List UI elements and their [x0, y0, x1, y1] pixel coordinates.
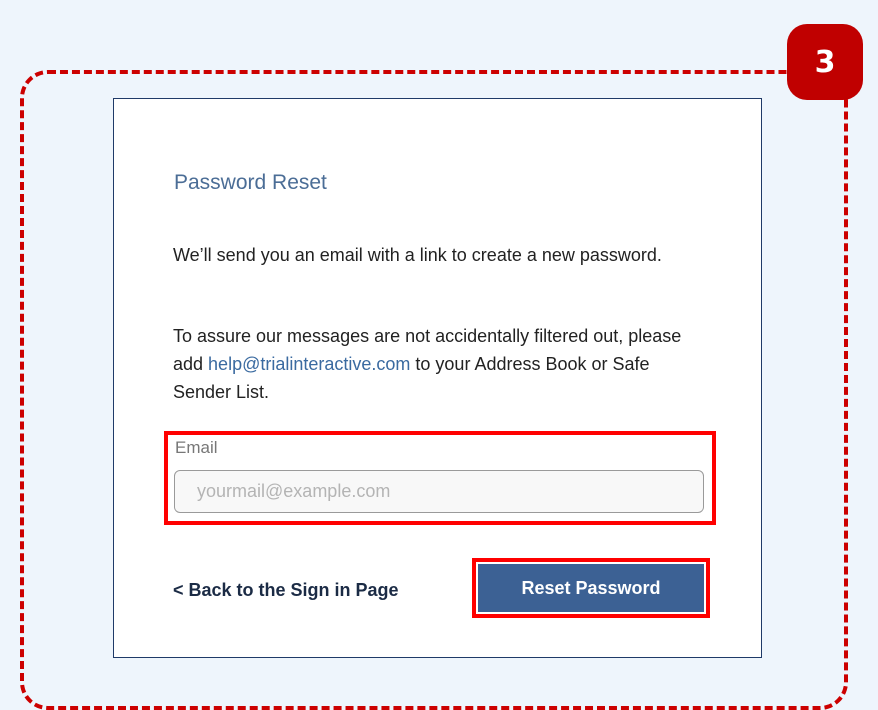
page-title: Password Reset [174, 171, 327, 194]
email-highlight-box [164, 431, 716, 525]
password-reset-card: Password Reset We’ll send you an email w… [113, 98, 762, 658]
instruction-text: We’ll send you an email with a link to c… [173, 245, 662, 265]
safe-sender-text: To assure our messages are not accidenta… [173, 322, 693, 406]
back-to-sign-in-link[interactable]: < Back to the Sign in Page [173, 580, 399, 601]
step-number-badge: 3 [787, 24, 863, 100]
reset-button-highlight-box [472, 558, 710, 618]
help-email-link[interactable]: help@trialinteractive.com [208, 354, 410, 374]
